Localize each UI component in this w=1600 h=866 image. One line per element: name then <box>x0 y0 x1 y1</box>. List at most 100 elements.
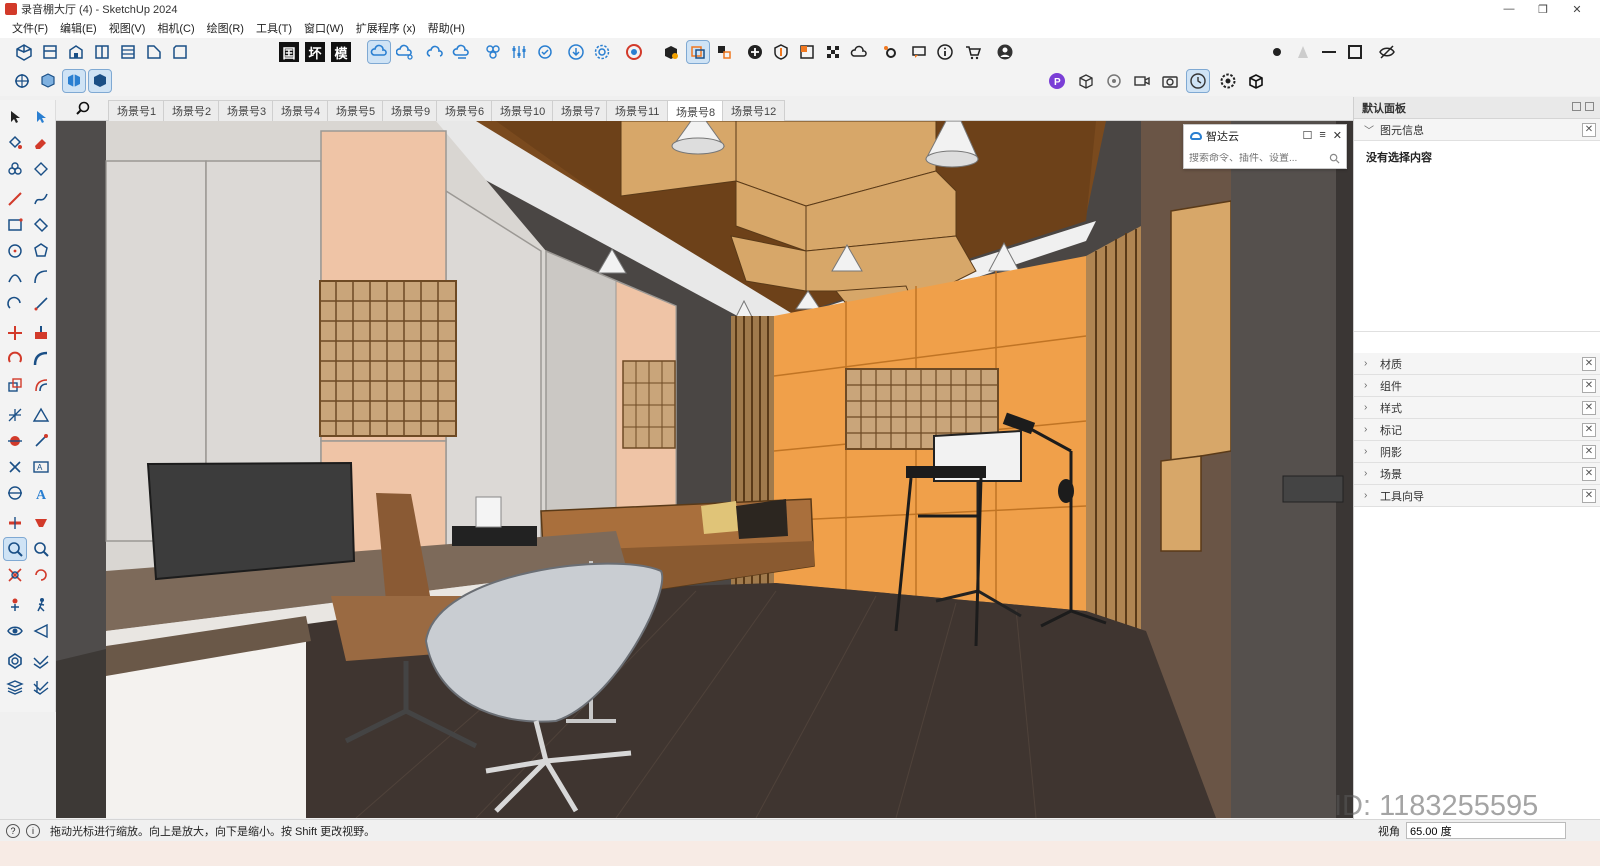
chrome-icon[interactable] <box>623 41 645 63</box>
menu-icon[interactable]: ≡ <box>1319 129 1325 142</box>
back-view-icon[interactable] <box>117 41 139 63</box>
front-view-icon[interactable] <box>65 41 87 63</box>
protractor-icon[interactable] <box>30 404 52 426</box>
select-arrow-icon[interactable] <box>4 106 26 128</box>
text-tool-3[interactable]: 模 <box>330 41 352 63</box>
position-camera-icon[interactable] <box>4 594 26 616</box>
bottom-view-icon[interactable] <box>169 41 191 63</box>
refresh-check-icon[interactable] <box>534 41 556 63</box>
arc3-tool-icon[interactable] <box>4 292 26 314</box>
video-icon[interactable] <box>1131 70 1153 92</box>
checker-icon[interactable] <box>822 41 844 63</box>
close-section-icon[interactable]: ✕ <box>1582 123 1596 137</box>
zoom-window-icon[interactable] <box>30 538 52 560</box>
section-entity-info[interactable]: ﹀ 图元信息 ✕ <box>1354 119 1600 141</box>
components-icon[interactable] <box>482 41 504 63</box>
text-tool-1[interactable]: 囯 <box>278 41 300 63</box>
xray-icon[interactable] <box>62 69 86 93</box>
rotate-tool-icon[interactable] <box>4 348 26 370</box>
shaded-icon[interactable] <box>88 69 112 93</box>
outliner-icon[interactable] <box>713 41 735 63</box>
close-section-icon[interactable]: ✕ <box>1582 489 1596 503</box>
offset-tool-icon[interactable] <box>30 374 52 396</box>
tab-search-icon[interactable] <box>74 100 92 118</box>
model-viewport[interactable] <box>56 121 1353 818</box>
walk-person-icon[interactable] <box>30 594 52 616</box>
cone-icon[interactable] <box>1292 41 1314 63</box>
maximize-icon[interactable]: ☐ <box>1302 129 1312 142</box>
close-section-icon[interactable]: ✕ <box>1582 357 1596 371</box>
push-pull-icon[interactable] <box>30 322 52 344</box>
cart-icon[interactable] <box>962 41 984 63</box>
tab-scene-5[interactable]: 场景号5 <box>327 100 385 121</box>
look-eye-icon[interactable] <box>4 620 26 642</box>
menu-edit[interactable]: 编辑(E) <box>54 20 103 36</box>
timer-icon[interactable] <box>1186 69 1210 93</box>
download-icon[interactable] <box>565 41 587 63</box>
tray-close-icon[interactable] <box>1585 102 1594 111</box>
instructor-info-icon[interactable]: i <box>26 823 40 838</box>
section-instructor[interactable]: › 工具向导 ✕ <box>1354 485 1600 507</box>
tab-scene-1[interactable]: 场景号1 <box>108 100 166 121</box>
info-icon[interactable] <box>934 41 956 63</box>
tab-scene-12[interactable]: 场景号12 <box>722 100 786 121</box>
box-icon[interactable] <box>1075 70 1097 92</box>
section-shadows[interactable]: › 阴影 ✕ <box>1354 441 1600 463</box>
tab-scene-3[interactable]: 场景号3 <box>218 100 276 121</box>
menu-tools[interactable]: 工具(T) <box>250 20 298 36</box>
close-button[interactable]: ✕ <box>1560 0 1594 18</box>
circle-tool-icon[interactable] <box>4 240 26 262</box>
eraser-icon[interactable] <box>30 132 52 154</box>
tab-scene-7[interactable]: 场景号7 <box>552 100 610 121</box>
sandbox-icon[interactable] <box>4 650 26 672</box>
box-outline-icon[interactable] <box>1245 70 1267 92</box>
menu-camera[interactable]: 相机(C) <box>151 20 200 36</box>
pie-tool-icon[interactable] <box>30 292 52 314</box>
search-icon[interactable] <box>1329 153 1340 164</box>
arc2-tool-icon[interactable] <box>30 266 52 288</box>
restore-button[interactable]: ❐ <box>1526 0 1560 18</box>
section-components[interactable]: › 组件 ✕ <box>1354 375 1600 397</box>
message-icon[interactable] <box>908 41 930 63</box>
left-view-icon[interactable] <box>143 41 165 63</box>
dimension-icon[interactable] <box>4 430 26 452</box>
close-section-icon[interactable]: ✕ <box>1582 467 1596 481</box>
close-section-icon[interactable]: ✕ <box>1582 423 1596 437</box>
section-cut-icon[interactable] <box>4 512 26 534</box>
move-tool-icon[interactable] <box>4 322 26 344</box>
section-tags[interactable]: › 标记 ✕ <box>1354 419 1600 441</box>
cloud-search-input[interactable] <box>1189 153 1329 164</box>
menu-window[interactable]: 窗口(W) <box>298 20 350 36</box>
right-view-icon[interactable] <box>91 41 113 63</box>
component-tool-icon[interactable] <box>4 158 26 180</box>
sun-dot-icon[interactable] <box>1266 41 1288 63</box>
paint-bucket-icon[interactable] <box>4 132 26 154</box>
iso-view-icon[interactable] <box>13 41 35 63</box>
gear-tools-icon[interactable] <box>879 41 901 63</box>
terrain-icon[interactable] <box>30 650 52 672</box>
pan-view-icon[interactable] <box>37 70 59 92</box>
section-fill-icon[interactable] <box>30 512 52 534</box>
close-section-icon[interactable]: ✕ <box>1582 445 1596 459</box>
previous-view-icon[interactable] <box>30 564 52 586</box>
section-scenes[interactable]: › 场景 ✕ <box>1354 463 1600 485</box>
tape-measure-icon[interactable] <box>4 404 26 426</box>
camera-icon[interactable] <box>1159 70 1181 92</box>
section-plane-icon[interactable] <box>686 40 710 64</box>
hide-eye-icon[interactable] <box>1376 41 1398 63</box>
top-view-icon[interactable] <box>39 41 61 63</box>
menu-file[interactable]: 文件(F) <box>6 20 54 36</box>
menu-view[interactable]: 视图(V) <box>103 20 152 36</box>
help-question-icon[interactable]: ? <box>6 823 20 838</box>
tray-pin-icon[interactable] <box>1572 102 1581 111</box>
measure-value-input[interactable] <box>1406 822 1566 839</box>
model-info-icon[interactable] <box>660 41 682 63</box>
menu-help[interactable]: 帮助(H) <box>422 20 471 36</box>
account-icon[interactable] <box>994 41 1016 63</box>
tab-scene-6[interactable]: 场景号6 <box>436 100 494 121</box>
rectangle-tool-icon[interactable] <box>4 214 26 236</box>
tab-scene-2[interactable]: 场景号2 <box>163 100 221 121</box>
arc-tool-icon[interactable] <box>4 266 26 288</box>
text-tool-2[interactable]: 坏 <box>304 41 326 63</box>
field-of-view-icon[interactable] <box>30 620 52 642</box>
